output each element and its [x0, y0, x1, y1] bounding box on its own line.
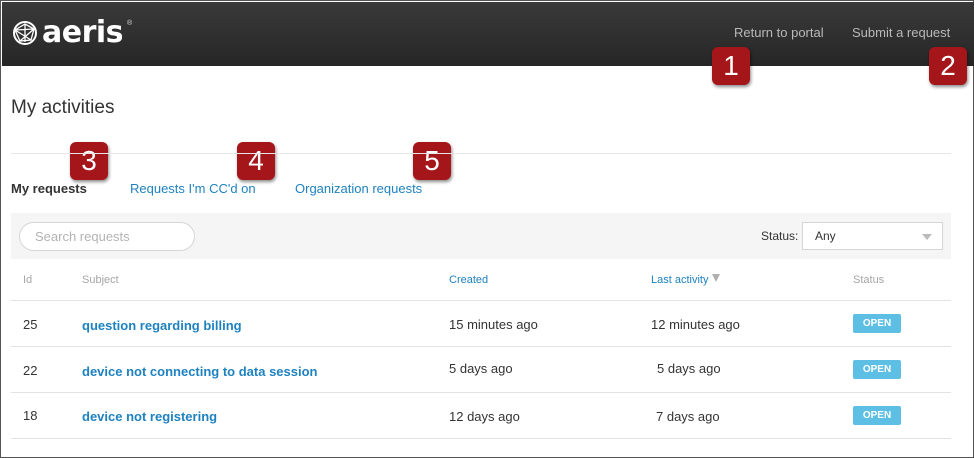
callout-badge-3: 3: [70, 142, 108, 180]
table-row: 18 device not registering 12 days ago 7 …: [11, 393, 951, 439]
status-filter-label: Status:: [761, 229, 799, 243]
status-badge: OPEN: [853, 406, 901, 425]
table-row: 22 device not connecting to data session…: [11, 347, 951, 393]
column-header-subject: Subject: [82, 274, 119, 286]
tab-cc-requests[interactable]: Requests I'm CC'd on: [130, 181, 256, 196]
sort-desc-icon: [712, 274, 721, 282]
top-navigation-bar: aeris ® Return to portal Submit a reques…: [2, 2, 974, 66]
status-dropdown-value: Any: [815, 229, 836, 243]
callout-badge-1: 1: [712, 47, 750, 85]
filter-bar: Status: Any: [11, 213, 951, 259]
request-created: 15 minutes ago: [449, 317, 538, 332]
logo-wordmark: aeris: [42, 15, 124, 50]
aeris-logo[interactable]: aeris ®: [12, 18, 132, 48]
status-badge: OPEN: [853, 314, 901, 333]
status-dropdown[interactable]: Any: [802, 222, 943, 250]
title-divider: [11, 153, 951, 154]
page-title: My activities: [11, 97, 115, 118]
column-header-id: Id: [23, 274, 33, 286]
table-header: Id Subject Created Last activity Status: [11, 259, 951, 301]
callout-badge-4: 4: [237, 142, 275, 180]
globe-logo-icon: [12, 20, 38, 46]
column-header-last-activity-label: Last activity: [651, 274, 709, 286]
column-header-last-activity[interactable]: Last activity: [651, 274, 721, 286]
column-header-created[interactable]: Created: [449, 274, 488, 286]
search-input[interactable]: [19, 222, 195, 251]
request-created: 12 days ago: [449, 409, 520, 424]
request-id: 18: [23, 408, 38, 423]
table-row: 25 question regarding billing 15 minutes…: [11, 301, 951, 347]
request-id: 25: [23, 317, 38, 332]
tab-my-requests[interactable]: My requests: [11, 181, 87, 196]
request-subject-link[interactable]: device not connecting to data session: [82, 364, 318, 379]
page-frame: aeris ® Return to portal Submit a reques…: [0, 0, 974, 458]
status-badge: OPEN: [853, 360, 901, 379]
request-subject-link[interactable]: question regarding billing: [82, 318, 242, 333]
request-subject-link[interactable]: device not registering: [82, 409, 217, 424]
submit-request-link[interactable]: Submit a request: [852, 25, 950, 40]
return-to-portal-link[interactable]: Return to portal: [734, 25, 824, 40]
column-header-status: Status: [853, 274, 885, 286]
callout-badge-2: 2: [929, 47, 967, 85]
request-id: 22: [23, 363, 38, 378]
caret-down-icon: [922, 234, 932, 240]
request-created: 5 days ago: [449, 361, 513, 376]
request-last-activity: 7 days ago: [656, 409, 720, 424]
callout-badge-5: 5: [413, 142, 451, 180]
requests-table: Id Subject Created Last activity Status …: [11, 259, 951, 439]
request-last-activity: 5 days ago: [657, 361, 721, 376]
request-last-activity: 12 minutes ago: [651, 317, 740, 332]
tab-organization-requests[interactable]: Organization requests: [295, 181, 422, 196]
